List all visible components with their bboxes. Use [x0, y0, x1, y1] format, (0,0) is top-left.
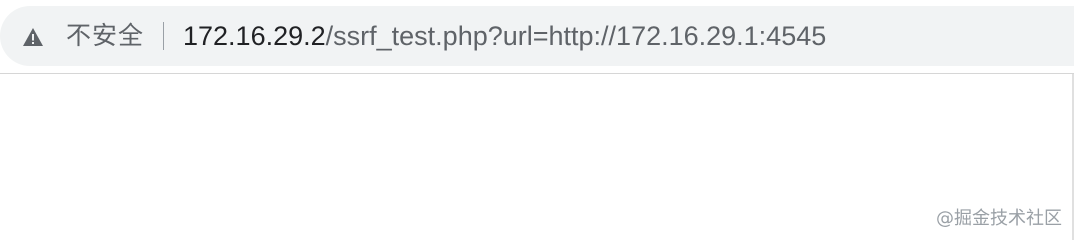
- security-status-label[interactable]: 不安全: [66, 21, 144, 51]
- address-bar[interactable]: 不安全 172.16.29.2/ssrf_test.php?url=http:/…: [0, 6, 1074, 66]
- watermark: @掘金技术社区: [936, 208, 1062, 229]
- address-divider: [163, 22, 164, 50]
- warning-triangle-icon[interactable]: [22, 27, 44, 47]
- url-host: 172.16.29.2: [183, 21, 326, 51]
- url-text[interactable]: 172.16.29.2/ssrf_test.php?url=http://172…: [183, 20, 826, 52]
- url-path: /ssrf_test.php?url=http://172.16.29.1:45…: [325, 21, 827, 51]
- page-content: [0, 74, 1074, 240]
- browser-toolbar: 不安全 172.16.29.2/ssrf_test.php?url=http:/…: [0, 0, 1074, 74]
